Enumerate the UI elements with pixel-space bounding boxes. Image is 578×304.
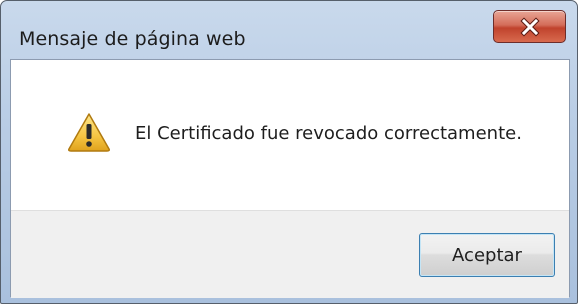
- title-bar[interactable]: Mensaje de página web: [1, 1, 577, 59]
- message-dialog: Mensaje de página web El Certificado fue…: [0, 0, 578, 304]
- button-bar: Aceptar: [11, 210, 569, 298]
- message-text: El Certificado fue revocado correctament…: [135, 123, 522, 144]
- close-icon: [519, 16, 540, 37]
- message-area: El Certificado fue revocado correctament…: [11, 60, 569, 210]
- close-button[interactable]: [493, 10, 566, 43]
- warning-icon: [68, 113, 110, 152]
- dialog-content: El Certificado fue revocado correctament…: [10, 59, 570, 298]
- dialog-title: Mensaje de página web: [19, 28, 246, 50]
- ok-button[interactable]: Aceptar: [419, 233, 555, 277]
